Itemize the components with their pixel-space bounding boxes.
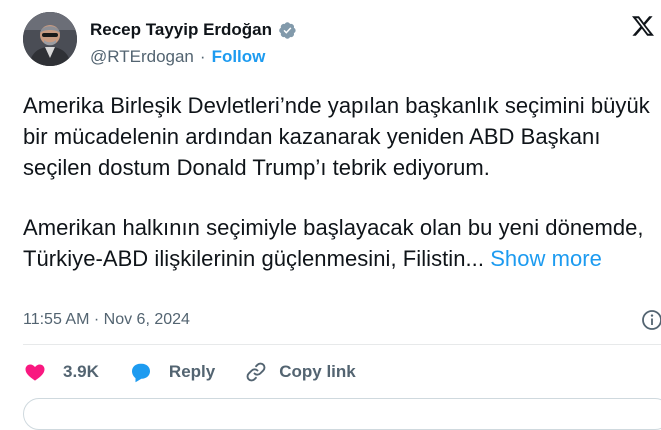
like-count: 3.9K <box>63 362 99 381</box>
follow-button[interactable]: Follow <box>212 47 266 67</box>
link-icon <box>244 360 268 384</box>
timestamp-separator: · <box>93 311 100 328</box>
avatar[interactable] <box>23 12 77 66</box>
author-handle[interactable]: @RTErdogan <box>90 47 194 67</box>
handle-separator: · <box>199 47 206 66</box>
author-handle-row: @RTErdogan · Follow <box>90 47 265 67</box>
copy-link-label: Copy link <box>279 362 356 381</box>
tweet-text: Amerika Birleşik Devletleri’nde yapılan … <box>23 90 653 274</box>
like-button[interactable]: 3.9K <box>23 360 99 384</box>
copy-link-button[interactable]: Copy link <box>244 360 356 384</box>
reply-bubble-icon <box>129 360 153 384</box>
info-icon[interactable] <box>640 308 661 332</box>
tweet-time: 11:55 AM <box>23 311 90 328</box>
author-display-name[interactable]: Recep Tayyip Erdoğan <box>90 20 272 40</box>
divider <box>23 344 661 345</box>
heart-icon <box>23 360 47 384</box>
x-logo-icon[interactable] <box>631 14 655 38</box>
tweet-paragraph-2: Amerikan halkının seçimiyle başlayacak o… <box>23 212 653 274</box>
read-replies-button[interactable] <box>23 398 661 430</box>
show-more-link[interactable]: Show more <box>490 246 602 271</box>
tweet-paragraph-1: Amerika Birleşik Devletleri’nde yapılan … <box>23 93 650 180</box>
tweet-timestamp[interactable]: 11:55 AM · Nov 6, 2024 <box>23 311 190 329</box>
author-name-row: Recep Tayyip Erdoğan <box>90 20 297 40</box>
action-bar: 3.9K Reply Copy link <box>23 360 356 384</box>
tweet-date: Nov 6, 2024 <box>103 311 190 328</box>
reply-label: Reply <box>168 362 216 381</box>
reply-button[interactable]: Reply <box>129 360 215 384</box>
verified-badge-icon[interactable] <box>278 21 297 40</box>
